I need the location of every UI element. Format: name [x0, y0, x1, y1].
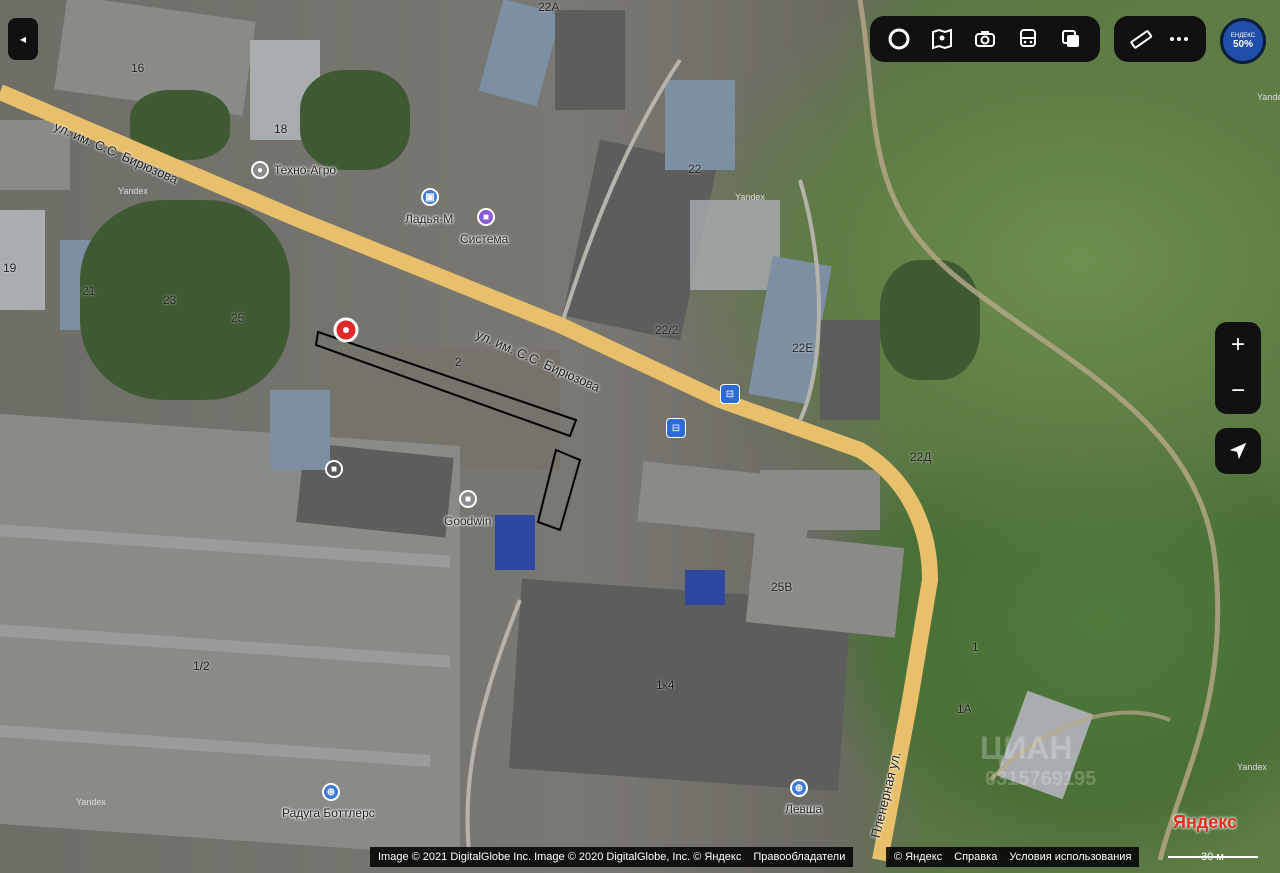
house-number: 22Е	[792, 341, 814, 355]
house-number: 25В	[771, 580, 793, 594]
back-button[interactable]: ◂	[8, 18, 38, 60]
rights-link[interactable]: Правообладатели	[753, 851, 845, 863]
tile-watermark: Yandex	[76, 797, 106, 807]
poi-label: Левша	[785, 802, 823, 816]
terms-link[interactable]: Условия использования	[1009, 851, 1131, 863]
house-number: 22	[688, 162, 702, 176]
house-number: 22Д	[910, 450, 932, 464]
promo-value: 50%	[1232, 38, 1253, 50]
tile-watermark: Yandex	[735, 192, 765, 202]
imagery-attribution: Image © 2021 DigitalGlobe Inc. Image © 2…	[370, 847, 854, 867]
layers-circle-icon[interactable]	[878, 16, 921, 62]
house-number: 16	[131, 61, 145, 75]
ruler-icon[interactable]	[1122, 16, 1160, 62]
car-icon: ▣	[421, 188, 439, 206]
poi-label: Ладья-М	[405, 212, 454, 226]
cart-icon: ⊕	[790, 779, 808, 797]
scale-label: 30 м	[1201, 851, 1224, 863]
map-book-icon[interactable]	[921, 16, 964, 62]
tile-watermark: Yandex	[1237, 762, 1267, 772]
yandex-logo[interactable]: Яндекс	[1173, 812, 1237, 833]
zoom-in-button[interactable]: +	[1215, 322, 1261, 368]
house-number: 22А	[538, 0, 560, 14]
bus-stop-icon[interactable]: ⊟	[666, 418, 686, 438]
poi-label: Система	[460, 232, 509, 246]
poi-label: Техно-Агро	[274, 163, 337, 177]
house-number: 18	[274, 122, 288, 136]
local-road	[465, 599, 522, 861]
location-dot-icon: ●	[251, 161, 269, 179]
briefcase-icon: ■	[459, 490, 477, 508]
layers-icon[interactable]	[1049, 16, 1092, 62]
briefcase-icon: ■	[477, 208, 495, 226]
bus-icon[interactable]	[1006, 16, 1049, 62]
house-number: 22/2	[655, 323, 679, 337]
house-number: 19	[3, 261, 17, 275]
poi-label: Goodwin	[444, 514, 492, 528]
copyright-link[interactable]: © Яндекс	[894, 851, 942, 863]
house-number: 25	[231, 311, 245, 325]
more-icon[interactable]	[1160, 16, 1198, 62]
bus-stop-icon[interactable]: ⊟	[720, 384, 740, 404]
house-number: 23	[163, 293, 177, 307]
navigation-arrow-icon	[1229, 442, 1247, 460]
house-number: 21	[82, 284, 96, 298]
yandex-attribution: © Яндекс Справка Условия использования	[886, 847, 1140, 867]
zoom-out-button[interactable]: −	[1215, 368, 1261, 414]
locate-button[interactable]	[1215, 428, 1261, 474]
briefcase-icon[interactable]: ■	[325, 460, 343, 478]
map-tools-toolbar	[1114, 16, 1206, 62]
house-number: 2	[455, 355, 462, 369]
tile-watermark: Yandex	[1257, 92, 1280, 102]
panorama-camera-icon[interactable]	[964, 16, 1007, 62]
main-road	[0, 84, 938, 862]
location-marker[interactable]	[333, 317, 359, 349]
house-number: 1	[972, 640, 979, 654]
house-number: 1А	[957, 702, 972, 716]
map-layers-toolbar	[870, 16, 1100, 62]
local-road	[798, 179, 821, 421]
map-overlay	[0, 0, 1221, 862]
watermark-brand: ЦИАН	[980, 730, 1073, 766]
help-link[interactable]: Справка	[954, 851, 997, 863]
tile-watermark: Yandex	[118, 186, 148, 196]
local-road	[558, 58, 682, 331]
imagery-credit: Image © 2021 DigitalGlobe Inc. Image © 2…	[378, 851, 742, 863]
house-number: 1к4	[656, 678, 675, 692]
cart-icon: ⊕	[322, 783, 340, 801]
watermark-id: 0315769195	[985, 768, 1097, 790]
poi-label: Радуга Боттлерс	[282, 806, 375, 820]
promo-badge[interactable]: ЕНДЕКС 50%	[1220, 18, 1266, 64]
house-number: 1/2	[193, 659, 210, 673]
zoom-control: + −	[1215, 322, 1261, 414]
plot-outline	[536, 448, 582, 532]
